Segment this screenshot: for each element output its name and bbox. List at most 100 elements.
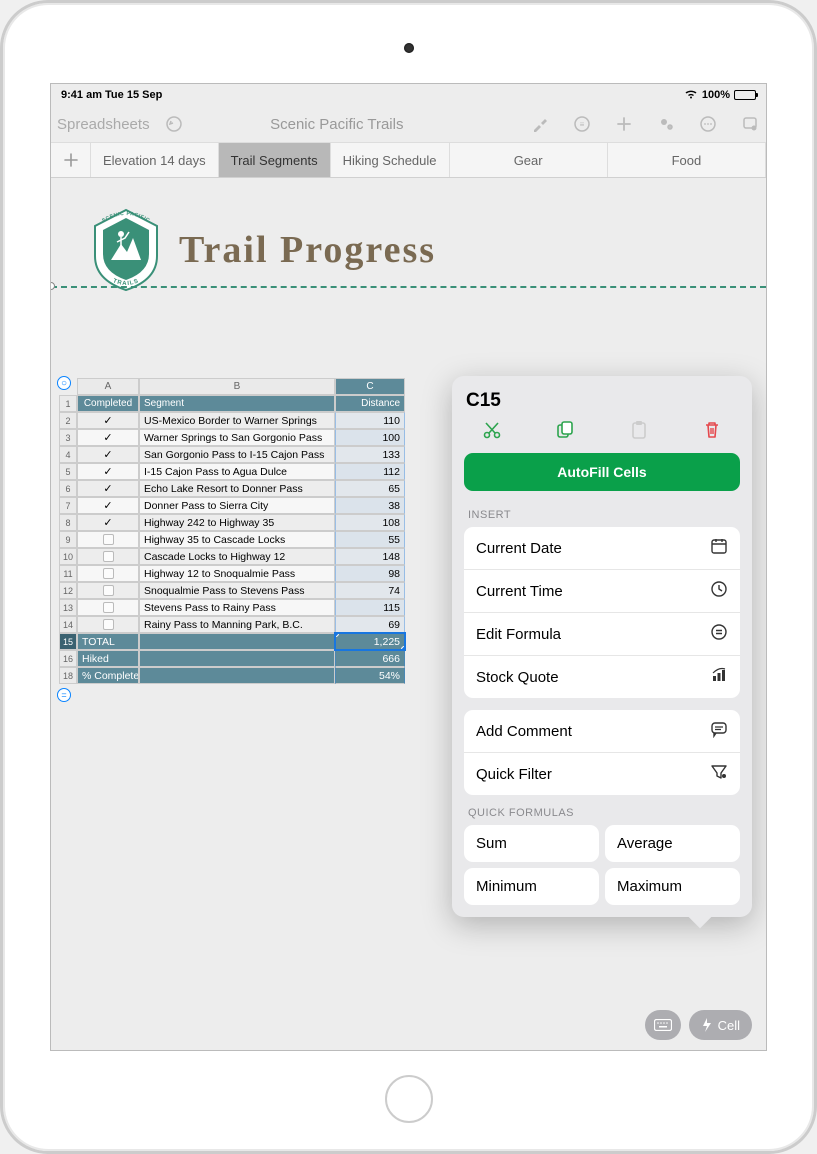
- selection-handle[interactable]: [401, 646, 405, 650]
- tab-trail-segments[interactable]: Trail Segments: [219, 143, 331, 177]
- summary-spacer[interactable]: [139, 650, 335, 667]
- menu-item-current-time[interactable]: Current Time: [464, 570, 740, 613]
- summary-spacer[interactable]: [139, 667, 335, 684]
- cell-distance[interactable]: 69: [335, 616, 405, 633]
- cell-segment[interactable]: Cascade Locks to Highway 12: [139, 548, 335, 565]
- add-icon[interactable]: [614, 114, 634, 134]
- cell-segment[interactable]: Snoqualmie Pass to Stevens Pass: [139, 582, 335, 599]
- col-header-c[interactable]: C: [335, 378, 405, 395]
- header-segment[interactable]: Segment: [139, 395, 335, 412]
- cell-segment[interactable]: Echo Lake Resort to Donner Pass: [139, 480, 335, 497]
- menu-item-add-comment[interactable]: Add Comment: [464, 710, 740, 753]
- cell-completed[interactable]: ✓: [77, 497, 139, 514]
- row-header[interactable]: 16: [59, 650, 77, 667]
- cell-segment[interactable]: Rainy Pass to Manning Park, B.C.: [139, 616, 335, 633]
- back-button[interactable]: Spreadsheets: [57, 116, 150, 133]
- menu-item-current-date[interactable]: Current Date: [464, 527, 740, 570]
- cell-distance[interactable]: 115: [335, 599, 405, 616]
- formula-maximum[interactable]: Maximum: [605, 868, 740, 905]
- row-header[interactable]: 9: [59, 531, 77, 548]
- cell-completed[interactable]: [77, 565, 139, 582]
- header-distance[interactable]: Distance: [335, 395, 405, 412]
- summary-label-cell[interactable]: Hiked: [77, 650, 139, 667]
- cell-distance[interactable]: 65: [335, 480, 405, 497]
- cell-completed[interactable]: [77, 531, 139, 548]
- row-header[interactable]: 12: [59, 582, 77, 599]
- cell-mode-button[interactable]: Cell: [689, 1010, 752, 1040]
- row-header[interactable]: 3: [59, 429, 77, 446]
- undo-icon[interactable]: [164, 114, 184, 134]
- cell-distance[interactable]: 74: [335, 582, 405, 599]
- keyboard-button[interactable]: [645, 1010, 681, 1040]
- tab-hiking-schedule[interactable]: Hiking Schedule: [331, 143, 450, 177]
- tab-elevation[interactable]: Elevation 14 days: [91, 143, 219, 177]
- col-header-b[interactable]: B: [139, 378, 335, 395]
- header-completed[interactable]: Completed: [77, 395, 139, 412]
- col-header-a[interactable]: A: [77, 378, 139, 395]
- cell-segment[interactable]: Highway 12 to Snoqualmie Pass: [139, 565, 335, 582]
- row-header[interactable]: 2: [59, 412, 77, 429]
- row-header[interactable]: 8: [59, 514, 77, 531]
- summary-value-cell[interactable]: 1,225: [335, 633, 405, 650]
- add-sheet-button[interactable]: [51, 143, 91, 177]
- selection-handle[interactable]: [335, 633, 339, 637]
- cell-segment[interactable]: Donner Pass to Sierra City: [139, 497, 335, 514]
- autofill-button[interactable]: AutoFill Cells: [464, 453, 740, 491]
- cell-distance[interactable]: 100: [335, 429, 405, 446]
- cell-segment[interactable]: Highway 35 to Cascade Locks: [139, 531, 335, 548]
- cell-distance[interactable]: 38: [335, 497, 405, 514]
- copy-icon[interactable]: [551, 420, 579, 445]
- summary-value-cell[interactable]: 54%: [335, 667, 405, 684]
- cell-segment[interactable]: Highway 242 to Highway 35: [139, 514, 335, 531]
- home-button[interactable]: [385, 1075, 433, 1123]
- row-header[interactable]: 13: [59, 599, 77, 616]
- format-brush-icon[interactable]: [530, 114, 550, 134]
- cell-completed[interactable]: ✓: [77, 412, 139, 429]
- cell-distance[interactable]: 148: [335, 548, 405, 565]
- tab-gear[interactable]: Gear: [450, 143, 608, 177]
- row-header[interactable]: 10: [59, 548, 77, 565]
- cell-completed[interactable]: ✓: [77, 446, 139, 463]
- menu-item-stock-quote[interactable]: Stock Quote: [464, 656, 740, 698]
- summary-value-cell[interactable]: 666: [335, 650, 405, 667]
- summary-spacer[interactable]: [139, 633, 335, 650]
- document-title[interactable]: Scenic Pacific Trails: [184, 116, 530, 133]
- cell-segment[interactable]: US-Mexico Border to Warner Springs: [139, 412, 335, 429]
- comment-icon[interactable]: ≡: [572, 114, 592, 134]
- cell-distance[interactable]: 110: [335, 412, 405, 429]
- cell-completed[interactable]: [77, 616, 139, 633]
- row-header[interactable]: 11: [59, 565, 77, 582]
- cut-icon[interactable]: [478, 420, 506, 445]
- row-header[interactable]: 18: [59, 667, 77, 684]
- spreadsheet-table[interactable]: ○ A B C 1 Completed Segment Distance 2✓U…: [59, 378, 429, 684]
- cell-segment[interactable]: Stevens Pass to Rainy Pass: [139, 599, 335, 616]
- row-header[interactable]: 7: [59, 497, 77, 514]
- cell-distance[interactable]: 133: [335, 446, 405, 463]
- cell-distance[interactable]: 98: [335, 565, 405, 582]
- cell-segment[interactable]: San Gorgonio Pass to I-15 Cajon Pass: [139, 446, 335, 463]
- row-header[interactable]: 1: [59, 395, 77, 412]
- cell-completed[interactable]: ✓: [77, 463, 139, 480]
- canvas[interactable]: SCENIC PACIFIC TRAILS Trail Progress ○ A…: [51, 178, 766, 1050]
- delete-icon[interactable]: [698, 420, 726, 445]
- formula-sum[interactable]: Sum: [464, 825, 599, 862]
- collaborate-icon[interactable]: [656, 114, 676, 134]
- cell-completed[interactable]: [77, 548, 139, 565]
- row-header[interactable]: 15: [59, 633, 77, 650]
- table-formula-handle[interactable]: =: [57, 688, 71, 702]
- cell-completed[interactable]: ✓: [77, 514, 139, 531]
- cell-completed[interactable]: [77, 599, 139, 616]
- row-header[interactable]: 5: [59, 463, 77, 480]
- cell-completed[interactable]: ✓: [77, 480, 139, 497]
- tab-food[interactable]: Food: [608, 143, 766, 177]
- row-header[interactable]: 4: [59, 446, 77, 463]
- table-select-handle[interactable]: ○: [57, 376, 71, 390]
- menu-item-edit-formula[interactable]: Edit Formula: [464, 613, 740, 656]
- cell-segment[interactable]: Warner Springs to San Gorgonio Pass: [139, 429, 335, 446]
- formula-average[interactable]: Average: [605, 825, 740, 862]
- row-header[interactable]: 6: [59, 480, 77, 497]
- summary-label-cell[interactable]: % Completed: [77, 667, 139, 684]
- cell-segment[interactable]: I-15 Cajon Pass to Agua Dulce: [139, 463, 335, 480]
- cell-completed[interactable]: ✓: [77, 429, 139, 446]
- formula-minimum[interactable]: Minimum: [464, 868, 599, 905]
